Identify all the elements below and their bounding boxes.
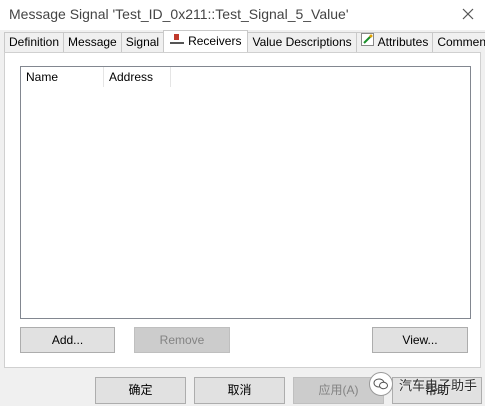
- cancel-button[interactable]: 取消: [194, 377, 285, 404]
- watermark: 汽车电子助手: [369, 372, 477, 396]
- receivers-panel: Name Address Add... Remove View...: [4, 52, 481, 368]
- tab-label: Comment: [437, 35, 485, 49]
- tab-definition[interactable]: Definition: [4, 32, 65, 52]
- tab-strip: Definition Message Signal Receivers Valu…: [4, 30, 485, 52]
- tab-comment[interactable]: Comment: [432, 32, 485, 52]
- watermark-text: 汽车电子助手: [399, 377, 478, 393]
- tab-label: Attributes: [377, 35, 429, 49]
- receivers-icon: [170, 31, 185, 52]
- wechat-logo-icon: [369, 372, 393, 396]
- tab-receivers[interactable]: Receivers: [163, 30, 249, 52]
- tab-label: Signal: [125, 35, 160, 49]
- add-button[interactable]: Add...: [20, 327, 115, 353]
- column-header-address[interactable]: Address: [104, 67, 171, 87]
- view-button[interactable]: View...: [372, 327, 468, 353]
- ok-button[interactable]: 确定: [95, 377, 186, 404]
- tab-label: Definition: [9, 35, 60, 49]
- tab-value-descriptions[interactable]: Value Descriptions: [247, 32, 357, 52]
- list-header: Name Address: [21, 67, 171, 87]
- tab-label: Value Descriptions: [252, 35, 352, 49]
- window-title: Message Signal 'Test_ID_0x211::Test_Sign…: [9, 6, 349, 22]
- message-signal-dialog: Message Signal 'Test_ID_0x211::Test_Sign…: [0, 0, 485, 406]
- column-header-name[interactable]: Name: [21, 67, 104, 87]
- title-bar: Message Signal 'Test_ID_0x211::Test_Sign…: [0, 0, 485, 30]
- tab-message[interactable]: Message: [63, 32, 122, 52]
- close-icon[interactable]: [459, 5, 477, 23]
- receivers-list[interactable]: Name Address: [20, 66, 471, 319]
- attributes-icon: [360, 33, 374, 52]
- tab-label: Message: [68, 35, 117, 49]
- remove-button[interactable]: Remove: [134, 327, 230, 353]
- tab-signal[interactable]: Signal: [120, 32, 165, 52]
- tab-attributes[interactable]: Attributes: [355, 32, 434, 52]
- tab-label: Receivers: [188, 34, 242, 48]
